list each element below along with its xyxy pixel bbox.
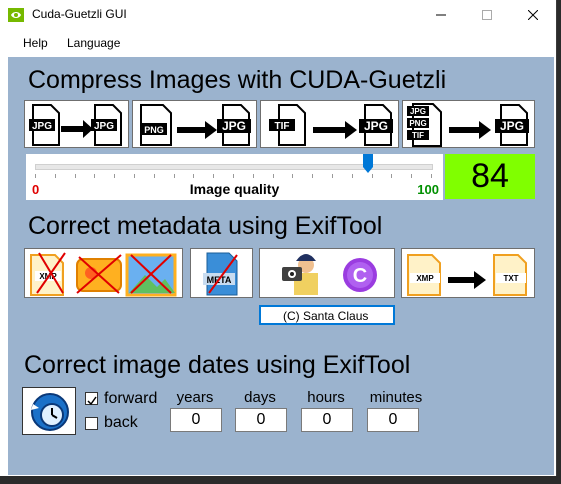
source-format-label: PNG bbox=[144, 125, 164, 135]
years-input[interactable] bbox=[170, 408, 222, 432]
slider-tick bbox=[54, 174, 56, 178]
close-icon bbox=[528, 10, 538, 20]
slider-tick bbox=[292, 174, 294, 178]
xmp-to-txt-icon: XMP TXT bbox=[407, 254, 527, 296]
maximize-button[interactable] bbox=[464, 0, 510, 30]
slider-tick bbox=[252, 174, 254, 178]
multi-to-jpg-button[interactable]: JPG PNG TIF JPG bbox=[402, 100, 535, 148]
target-format-label: JPG bbox=[94, 121, 114, 132]
slider-tick bbox=[153, 174, 155, 178]
png-to-jpg-icon: PNG JPG bbox=[140, 104, 251, 146]
txt-label: TXT bbox=[503, 274, 518, 283]
slider-tick bbox=[391, 174, 393, 178]
slider-tick bbox=[272, 174, 274, 178]
slider-tick bbox=[94, 174, 96, 178]
remove-metadata-button[interactable]: XMP bbox=[24, 248, 183, 298]
apply-date-shift-button[interactable] bbox=[22, 387, 76, 435]
menu-bar: Help Language bbox=[0, 30, 556, 56]
quality-slider-thumb[interactable] bbox=[362, 154, 373, 173]
slider-tick bbox=[74, 174, 76, 178]
quality-max-label: 100 bbox=[417, 182, 439, 197]
slider-tick bbox=[431, 174, 432, 178]
slider-tick bbox=[193, 174, 195, 178]
window-title: Cuda-Guetzli GUI bbox=[32, 7, 127, 21]
multi-format-to-jpg-icon: JPG PNG TIF JPG bbox=[407, 103, 529, 147]
jpg-to-jpg-icon: JPG JPG bbox=[29, 104, 122, 146]
dates-heading: Correct image dates using ExifTool bbox=[24, 351, 411, 379]
tif-to-jpg-button[interactable]: TIF JPG bbox=[260, 100, 399, 148]
target-format-label: JPG bbox=[222, 119, 246, 133]
slider-tick bbox=[233, 174, 234, 178]
copyright-letter: C bbox=[353, 265, 367, 287]
slider-tick bbox=[35, 174, 36, 178]
slider-tick bbox=[332, 174, 333, 178]
minimize-button[interactable] bbox=[418, 0, 464, 30]
png-to-jpg-button[interactable]: PNG JPG bbox=[132, 100, 257, 148]
quality-caption: Image quality bbox=[189, 181, 280, 197]
minimize-icon bbox=[436, 14, 446, 16]
slider-tick bbox=[411, 174, 413, 178]
quality-value-display: 84 bbox=[445, 154, 535, 199]
title-bar: Cuda-Guetzli GUI bbox=[0, 0, 556, 30]
target-format-label: JPG bbox=[500, 119, 524, 133]
remove-xmp-image-icons: XMP bbox=[30, 252, 177, 297]
main-panel: Compress Images with CUDA-Guetzli JPG JP… bbox=[8, 57, 554, 475]
source-format-label: TIF bbox=[412, 131, 424, 140]
metadata-heading: Correct metadata using ExifTool bbox=[28, 212, 383, 240]
days-input[interactable] bbox=[235, 408, 287, 432]
jpg-to-jpg-button[interactable]: JPG JPG bbox=[24, 100, 129, 148]
slider-tick bbox=[173, 174, 175, 178]
back-checkbox[interactable] bbox=[85, 417, 98, 430]
hours-label: hours bbox=[307, 389, 345, 406]
nvidia-app-icon bbox=[8, 8, 24, 22]
photographer-copyright-icon: C bbox=[282, 254, 377, 295]
days-label: days bbox=[244, 389, 276, 406]
hours-input[interactable] bbox=[301, 408, 353, 432]
source-format-label: JPG bbox=[32, 121, 52, 132]
slider-tick bbox=[351, 174, 353, 178]
maximize-icon bbox=[482, 10, 492, 20]
forward-checkbox[interactable] bbox=[85, 392, 98, 406]
slider-tick bbox=[312, 174, 314, 178]
clock-rotate-icon bbox=[31, 393, 69, 431]
years-label: years bbox=[176, 389, 214, 406]
xmp-to-txt-button[interactable]: XMP TXT bbox=[401, 248, 535, 298]
source-format-label: JPG bbox=[410, 107, 426, 116]
checkmark-icon bbox=[87, 396, 97, 406]
xmp-label: XMP bbox=[416, 274, 434, 283]
target-format-label: JPG bbox=[364, 119, 388, 133]
copyright-button[interactable]: C bbox=[259, 248, 395, 298]
compress-heading: Compress Images with CUDA-Guetzli bbox=[28, 66, 447, 94]
forward-label: forward bbox=[104, 390, 158, 407]
slider-tick bbox=[371, 174, 373, 178]
meta-file-button[interactable]: META bbox=[190, 248, 253, 298]
slider-tick bbox=[134, 174, 135, 178]
quality-slider-track[interactable] bbox=[35, 164, 433, 170]
source-format-label: TIF bbox=[275, 121, 290, 132]
minutes-label: minutes bbox=[369, 389, 423, 406]
quality-slider-panel: 0 Image quality 100 bbox=[26, 154, 443, 200]
source-format-label: PNG bbox=[409, 119, 426, 128]
slider-tick bbox=[213, 174, 215, 178]
close-button[interactable] bbox=[510, 0, 556, 30]
back-label: back bbox=[104, 414, 138, 431]
app-window: Cuda-Guetzli GUI Help Language Compress … bbox=[0, 0, 557, 476]
slider-tick bbox=[114, 174, 116, 178]
meta-file-icon: META bbox=[203, 252, 238, 296]
menu-language[interactable]: Language bbox=[67, 36, 120, 50]
minutes-input[interactable] bbox=[367, 408, 419, 432]
menu-help[interactable]: Help bbox=[23, 36, 48, 50]
tif-to-jpg-icon: TIF JPG bbox=[269, 104, 393, 146]
copyright-input[interactable] bbox=[259, 305, 395, 325]
